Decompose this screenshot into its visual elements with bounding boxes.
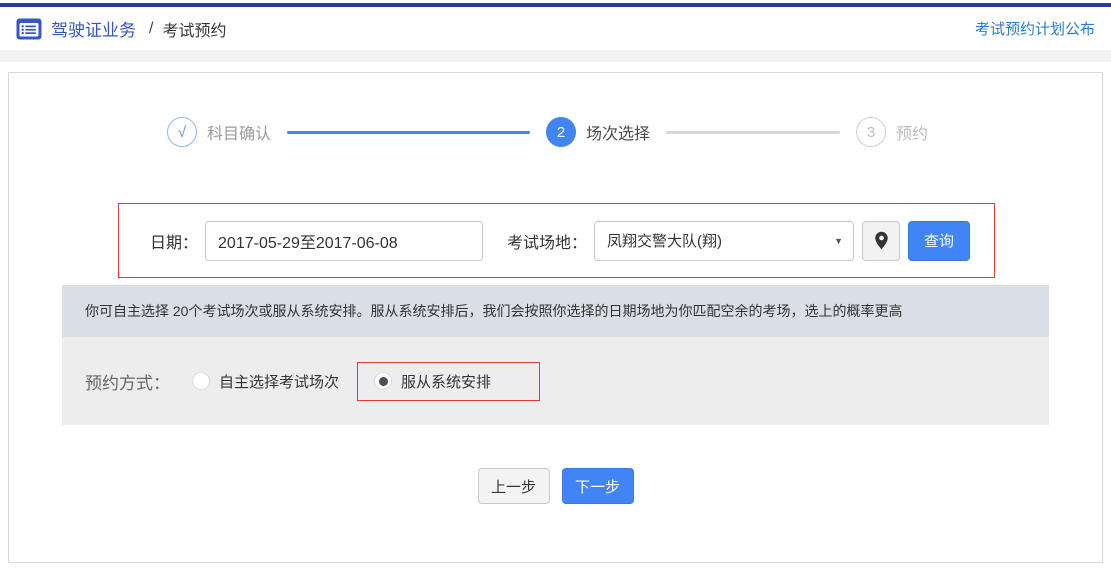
spacer: [0, 62, 1111, 72]
breadcrumb: 驾驶证业务 / 考试预约: [16, 16, 226, 41]
map-location-button[interactable]: [862, 220, 901, 261]
venue-label: 考试场地：: [507, 234, 588, 252]
radio-option-label: 服从系统安排: [401, 373, 492, 391]
list-icon: [16, 18, 42, 40]
wizard-navigation: 上一步 下一步: [9, 468, 1102, 504]
search-button[interactable]: 查询: [908, 220, 971, 261]
radio-option-label: 自主选择考试场次: [219, 373, 340, 391]
step-2-label: 场次选择: [585, 126, 650, 143]
previous-step-button[interactable]: 上一步: [477, 468, 550, 504]
radio-circle: [374, 372, 393, 390]
step-connector-done: [286, 130, 530, 134]
date-label: 日期：: [150, 234, 199, 252]
date-range-input[interactable]: [205, 220, 484, 261]
header: 驾驶证业务 / 考试预约 考试预约计划公布: [0, 7, 1111, 50]
page-title: 考试预约: [162, 22, 227, 40]
booking-method-label: 预约方式：: [85, 373, 170, 393]
radio-circle: [192, 372, 210, 390]
radio-option-system-arrange[interactable]: 服从系统安排: [374, 371, 491, 392]
step-3-label: 预约: [896, 126, 929, 143]
step-1-label: 科目确认: [206, 126, 271, 143]
next-step-button[interactable]: 下一步: [561, 468, 634, 504]
radio-dot: [378, 376, 388, 386]
step-3-circle: 3: [856, 117, 886, 147]
filter-row-highlight: 日期： 考试场地： 凤翔交警大队(翔) ▼ 查询: [118, 203, 995, 278]
step-2-circle: 2: [545, 117, 576, 147]
venue-select[interactable]: 凤翔交警大队(翔) ▼: [594, 220, 855, 261]
header-divider: [0, 50, 1111, 62]
location-pin-icon: [874, 231, 889, 250]
breadcrumb-section[interactable]: 驾驶证业务: [51, 16, 136, 41]
step-1-circle: √: [166, 117, 197, 147]
breadcrumb-separator: /: [149, 19, 154, 37]
booking-method-row: 预约方式： 自主选择考试场次 服从系统安排: [62, 337, 1049, 425]
radio-option-self-select[interactable]: 自主选择考试场次: [192, 371, 339, 392]
progress-stepper: √ 科目确认 2 场次选择 3 预约: [9, 117, 1102, 147]
selected-option-highlight: 服从系统安排: [357, 361, 541, 401]
venue-select-value: 凤翔交警大队(翔): [607, 233, 723, 250]
chevron-down-icon: ▼: [834, 235, 844, 246]
step-connector-pending: [666, 130, 840, 134]
notice-text: 你可自主选择 20个考试场次或服从系统安排。服从系统安排后，我们会按照你选择的日…: [85, 303, 903, 319]
exam-plan-link[interactable]: 考试预约计划公布: [975, 18, 1095, 39]
notice-bar: 你可自主选择 20个考试场次或服从系统安排。服从系统安排后，我们会按照你选择的日…: [62, 285, 1049, 337]
content-card: √ 科目确认 2 场次选择 3 预约 日期： 考试场地： 凤翔交警大队(翔) ▼…: [8, 72, 1103, 563]
